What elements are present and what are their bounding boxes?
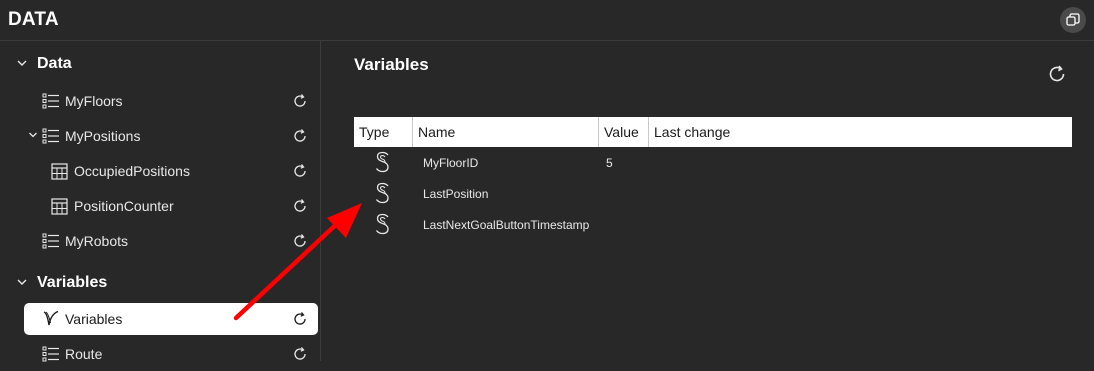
table-icon: [51, 163, 68, 180]
string-icon: [375, 182, 389, 204]
chevron-down-icon[interactable]: [16, 276, 28, 288]
main-panel: Variables Type Name Value Last change My…: [321, 41, 1094, 361]
string-icon: [375, 213, 389, 235]
sidebar-item-label: Variables: [65, 311, 123, 327]
list-icon: [42, 233, 59, 249]
list-icon: [42, 346, 59, 362]
refresh-icon[interactable]: [292, 128, 308, 144]
column-header-name[interactable]: Name: [413, 117, 599, 147]
app-title: DATA: [8, 9, 59, 30]
refresh-icon[interactable]: [292, 311, 308, 327]
refresh-icon[interactable]: [292, 93, 308, 109]
variables-icon: [43, 310, 59, 326]
table-icon: [51, 198, 68, 215]
table-row[interactable]: LastPosition: [354, 178, 1072, 209]
sidebar-item-label: MyPositions: [65, 128, 141, 144]
section-variables-label: Variables: [37, 274, 108, 291]
list-icon: [42, 128, 59, 144]
sidebar-item-label: MyFloors: [65, 93, 123, 109]
sidebar-item-occupiedpositions[interactable]: OccupiedPositions: [24, 154, 318, 188]
variable-name: LastPosition: [423, 187, 489, 201]
section-data[interactable]: Data: [0, 49, 320, 79]
refresh-icon[interactable]: [1047, 64, 1067, 84]
refresh-icon[interactable]: [292, 163, 308, 179]
refresh-icon[interactable]: [292, 198, 308, 214]
sidebar-item-myrobots[interactable]: MyRobots: [24, 224, 318, 258]
sidebar-item-label: OccupiedPositions: [74, 163, 190, 179]
chevron-down-icon[interactable]: [28, 130, 38, 140]
column-header-type[interactable]: Type: [354, 117, 413, 147]
sidebar-item-route[interactable]: Route: [24, 337, 318, 371]
sidebar: Data MyFloors MyPositions OccupiedPositi…: [0, 41, 321, 362]
sidebar-item-mypositions[interactable]: MyPositions: [24, 119, 318, 153]
sidebar-item-positioncounter[interactable]: PositionCounter: [24, 189, 318, 223]
table-row[interactable]: MyFloorID 5: [354, 147, 1072, 178]
restore-window-button[interactable]: [1060, 7, 1086, 33]
page-title: Variables: [354, 55, 429, 74]
refresh-icon[interactable]: [292, 233, 308, 249]
sidebar-item-myfloors[interactable]: MyFloors: [24, 84, 318, 118]
list-icon: [42, 93, 59, 109]
sidebar-item-label: MyRobots: [65, 233, 129, 249]
sidebar-item-label: Route: [65, 346, 103, 362]
variable-name: MyFloorID: [423, 156, 479, 170]
chevron-down-icon[interactable]: [16, 57, 28, 69]
sidebar-item-variables[interactable]: Variables: [24, 303, 318, 335]
string-icon: [375, 151, 389, 173]
restore-window-icon: [1066, 13, 1080, 26]
refresh-icon[interactable]: [292, 346, 308, 362]
variable-value: 5: [606, 156, 613, 170]
table-row[interactable]: LastNextGoalButtonTimestamp: [354, 209, 1072, 240]
title-bar: DATA: [0, 0, 1094, 41]
variable-name: LastNextGoalButtonTimestamp: [423, 218, 590, 232]
column-header-value[interactable]: Value: [599, 117, 649, 147]
variables-table: Type Name Value Last change MyFloorID 5 …: [354, 117, 1072, 240]
table-header: Type Name Value Last change: [354, 117, 1072, 147]
sidebar-item-label: PositionCounter: [74, 198, 174, 214]
section-data-label: Data: [37, 55, 72, 72]
section-variables[interactable]: Variables: [0, 268, 320, 298]
column-header-last-change[interactable]: Last change: [649, 117, 1072, 147]
